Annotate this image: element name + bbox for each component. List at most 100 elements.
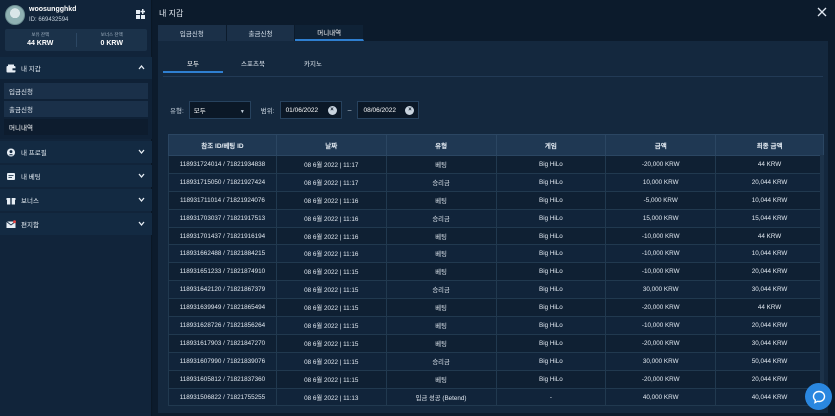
cell-game: Big HiLo — [495, 369, 607, 389]
table-row[interactable]: 118931605812 / 71821837360 08 6월 2022 | 1… — [168, 369, 824, 389]
cell-ref-id: 118931642120 / 71821867379 — [168, 280, 277, 300]
cell-amount: -10,000 KRW — [605, 316, 717, 335]
bonus-balance-value: 0 KRW — [100, 40, 123, 47]
range-separator: – — [347, 106, 352, 114]
cell-date: 08 6월 2022 | 11:15 — [275, 298, 387, 318]
cell-type: 승리금 — [385, 172, 497, 192]
column-header-date: 날짜 — [275, 134, 387, 156]
cell-amount: -10,000 KRW — [605, 244, 717, 264]
table-row[interactable]: 118931628726 / 71821856264 08 6월 2022 | 1… — [168, 316, 824, 335]
cell-amount: -5,000 KRW — [605, 190, 717, 210]
table-row[interactable]: 118931662488 / 71821884215 08 6월 2022 | 1… — [168, 244, 824, 264]
cell-date: 08 6월 2022 | 11:17 — [275, 155, 387, 174]
table-row[interactable]: 118931506822 / 71821755255 08 6월 2022 | 1… — [168, 387, 824, 407]
cell-date: 08 6월 2022 | 11:15 — [275, 369, 387, 389]
type-select[interactable]: 모두 ▼ — [188, 101, 251, 119]
cell-game: Big HiLo — [495, 280, 607, 300]
subtab-all[interactable]: 모두 — [163, 53, 223, 73]
table-row[interactable]: 118931711014 / 71821924076 08 6월 2022 | 1… — [168, 190, 824, 210]
bonus-balance-label: 보너스 잔액 — [100, 32, 123, 37]
sidebar-item-money-history[interactable]: 머니내역 — [4, 119, 148, 135]
wallet-tabs: 입금신청 출금신청 머니내역 — [158, 25, 365, 41]
app-root: woosungghkd ID: 669432594 보유 잔액 44 KRW 보… — [0, 0, 835, 416]
table-row[interactable]: 118931703037 / 71821917513 08 6월 2022 | 1… — [168, 208, 824, 228]
sidebar-item-deposit[interactable]: 입금신청 — [4, 83, 148, 99]
table-scrollbar[interactable] — [820, 155, 824, 405]
sidebar-item-bonus[interactable]: 보너스 — [0, 189, 152, 211]
cell-final-amount: 20,044 KRW — [715, 369, 824, 389]
column-header-type: 유형 — [385, 134, 497, 156]
cell-final-amount: 44 KRW — [715, 155, 824, 174]
history-table-container[interactable]: 참조 ID/베팅 ID 날짜 유형 게임 금액 최종 금액 1189317240… — [168, 134, 824, 410]
cell-final-amount: 44 KRW — [715, 226, 824, 246]
chat-button[interactable] — [805, 383, 832, 410]
cell-date: 08 6월 2022 | 11:16 — [275, 226, 387, 246]
cell-final-amount: 10,044 KRW — [715, 190, 824, 210]
cell-date: 08 6월 2022 | 11:15 — [275, 333, 387, 353]
cell-amount: 15,000 KRW — [605, 208, 717, 228]
table-row[interactable]: 118931617903 / 71821847270 08 6월 2022 | 1… — [168, 333, 824, 353]
cell-game: Big HiLo — [495, 208, 607, 228]
tab-withdraw[interactable]: 출금신청 — [227, 25, 296, 41]
table-row[interactable]: 118931639949 / 71821865494 08 6월 2022 | 1… — [168, 298, 824, 318]
cell-type: 베팅 — [385, 316, 497, 335]
clear-icon[interactable]: × — [405, 106, 415, 115]
cell-game: Big HiLo — [495, 226, 607, 246]
sidebar-item-profile[interactable]: 내 프로필 — [0, 141, 152, 163]
date-to-input[interactable]: 08/06/2022 × — [357, 101, 420, 119]
sidebar-item-label: 내 베팅 — [21, 174, 41, 181]
table-row[interactable]: 118931715050 / 71821927424 08 6월 2022 | 1… — [168, 172, 824, 192]
main-content: 내 지갑 입금신청 출금신청 머니내역 모두 스포츠북 카지노 유형: 모두 ▼… — [153, 0, 835, 416]
wallet-icon[interactable] — [135, 8, 147, 20]
main-balance-label: 보유 잔액 — [31, 32, 50, 37]
table-row[interactable]: 118931651233 / 71821874910 08 6월 2022 | 1… — [168, 262, 824, 282]
avatar[interactable] — [5, 5, 25, 25]
cell-type: 승리금 — [385, 208, 497, 228]
chevron-down-icon — [138, 221, 145, 227]
sidebar-item-betting[interactable]: 내 베팅 — [0, 165, 152, 187]
cell-final-amount: 20,044 KRW — [715, 172, 824, 192]
cell-type: 베팅 — [385, 369, 497, 389]
cell-final-amount: 20,044 KRW — [715, 316, 824, 335]
chevron-down-icon — [138, 197, 145, 203]
cell-date: 08 6월 2022 | 11:17 — [275, 172, 387, 192]
cell-ref-id: 118931703037 / 71821917513 — [168, 208, 277, 228]
chat-icon — [812, 390, 825, 404]
sidebar-item-mailbox[interactable]: 편지함 — [0, 213, 152, 235]
sidebar-item-wallet[interactable]: 내 지갑 — [0, 57, 152, 79]
subtab-casino[interactable]: 카지노 — [283, 53, 343, 73]
clear-icon[interactable]: × — [327, 106, 337, 115]
history-panel: 모두 스포츠북 카지노 유형: 모두 ▼ 범위: 01/06/2022 × – … — [158, 41, 828, 413]
sidebar-item-label: 내 지갑 — [21, 66, 41, 73]
cell-final-amount: 44 KRW — [715, 298, 824, 318]
cell-ref-id: 118931651233 / 71821874910 — [168, 262, 277, 282]
table-row[interactable]: 118931701437 / 71821916194 08 6월 2022 | 1… — [168, 226, 824, 246]
sidebar-item-label: 편지함 — [21, 222, 39, 229]
tab-money-history[interactable]: 머니내역 — [295, 25, 365, 41]
date-from-input[interactable]: 01/06/2022 × — [279, 101, 342, 119]
table-row[interactable]: 118931724014 / 71821934838 08 6월 2022 | 1… — [168, 155, 824, 174]
close-icon[interactable] — [817, 7, 827, 17]
cell-date: 08 6월 2022 | 11:15 — [275, 262, 387, 282]
table-row[interactable]: 118931607990 / 71821839076 08 6월 2022 | 1… — [168, 351, 824, 371]
cell-date: 08 6월 2022 | 11:15 — [275, 280, 387, 300]
cell-amount: 30,000 KRW — [605, 351, 717, 371]
cell-final-amount: 30,044 KRW — [715, 333, 824, 353]
chevron-up-icon — [138, 64, 145, 70]
cell-ref-id: 118931701437 / 71821916194 — [168, 226, 277, 246]
tab-deposit[interactable]: 입금신청 — [158, 25, 227, 41]
cell-type: 베팅 — [385, 262, 497, 282]
cell-type: 베팅 — [385, 333, 497, 353]
column-header-final-amount: 최종 금액 — [715, 134, 824, 156]
sidebar-item-withdraw[interactable]: 출금신청 — [4, 101, 148, 117]
cell-final-amount: 30,044 KRW — [715, 280, 824, 300]
cell-final-amount: 15,044 KRW — [715, 208, 824, 228]
cell-date: 08 6월 2022 | 11:16 — [275, 244, 387, 264]
cell-type: 베팅 — [385, 298, 497, 318]
cell-ref-id: 118931506822 / 71821755255 — [168, 387, 277, 407]
cell-date: 08 6월 2022 | 11:16 — [275, 190, 387, 210]
cell-ref-id: 118931617903 / 71821847270 — [168, 333, 277, 353]
table-row[interactable]: 118931642120 / 71821867379 08 6월 2022 | 1… — [168, 280, 824, 300]
subtab-sportsbook[interactable]: 스포츠북 — [223, 53, 283, 73]
cell-ref-id: 118931628726 / 71821856264 — [168, 316, 277, 335]
